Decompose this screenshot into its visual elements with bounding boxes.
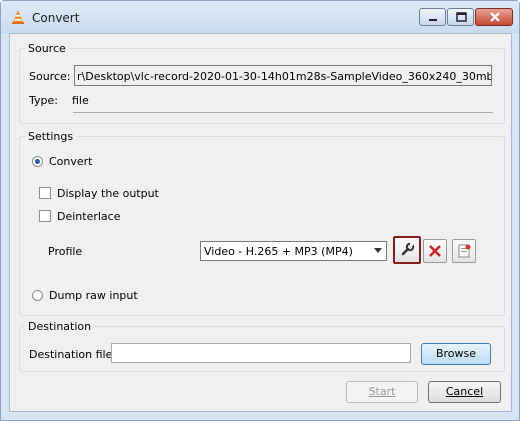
destination-group-title: Destination bbox=[25, 320, 95, 333]
minimize-button[interactable] bbox=[419, 8, 446, 26]
profile-label: Profile bbox=[48, 245, 83, 258]
destination-file-label: Destination file: bbox=[29, 348, 117, 361]
cancel-button-label: Cancel bbox=[445, 385, 484, 398]
new-profile-icon bbox=[458, 244, 471, 258]
red-x-icon bbox=[429, 245, 441, 257]
new-profile-button[interactable] bbox=[452, 239, 476, 263]
display-output-checkbox[interactable] bbox=[39, 187, 51, 199]
maximize-button[interactable] bbox=[447, 8, 474, 26]
convert-radio[interactable] bbox=[32, 156, 43, 167]
deinterlace-checkbox[interactable] bbox=[39, 210, 51, 222]
profile-select[interactable]: Video - H.265 + MP3 (MP4) bbox=[200, 241, 387, 261]
browse-button[interactable]: Browse bbox=[421, 343, 491, 365]
type-value: file bbox=[72, 94, 89, 107]
maximize-icon bbox=[456, 12, 467, 22]
source-divider bbox=[73, 112, 493, 113]
dialog-body: Source Source: r\Desktop\vlc-record-2020… bbox=[9, 33, 512, 412]
source-path-field[interactable]: r\Desktop\vlc-record-2020-01-30-14h01m28… bbox=[74, 65, 492, 86]
minimize-icon bbox=[429, 19, 437, 21]
display-output-label[interactable]: Display the output bbox=[57, 187, 159, 200]
cancel-button[interactable]: Cancel bbox=[428, 381, 501, 403]
dump-raw-radio[interactable] bbox=[32, 290, 43, 301]
window-title: Convert bbox=[32, 11, 80, 25]
convert-label[interactable]: Convert bbox=[49, 155, 93, 168]
close-icon bbox=[490, 12, 500, 22]
destination-file-input[interactable] bbox=[111, 343, 411, 363]
chevron-down-icon bbox=[374, 248, 382, 253]
delete-profile-button[interactable] bbox=[423, 239, 447, 263]
start-button[interactable]: Start bbox=[346, 381, 418, 403]
convert-window: Convert Source Source: r\Desktop\vlc-rec… bbox=[0, 0, 520, 421]
vlc-cone-icon bbox=[10, 9, 26, 25]
wrench-icon bbox=[401, 242, 415, 256]
start-button-label: Start bbox=[368, 385, 396, 398]
settings-group-title: Settings bbox=[25, 130, 77, 143]
edit-profile-button[interactable] bbox=[393, 236, 421, 264]
dump-raw-label[interactable]: Dump raw input bbox=[49, 289, 138, 302]
source-label: Source: bbox=[29, 70, 71, 83]
title-bar[interactable]: Convert bbox=[1, 1, 519, 33]
source-group-title: Source bbox=[25, 42, 69, 55]
deinterlace-label[interactable]: Deinterlace bbox=[57, 210, 120, 223]
close-button[interactable] bbox=[475, 8, 513, 26]
profile-select-value: Video - H.265 + MP3 (MP4) bbox=[204, 245, 353, 258]
type-label: Type: bbox=[29, 94, 58, 107]
